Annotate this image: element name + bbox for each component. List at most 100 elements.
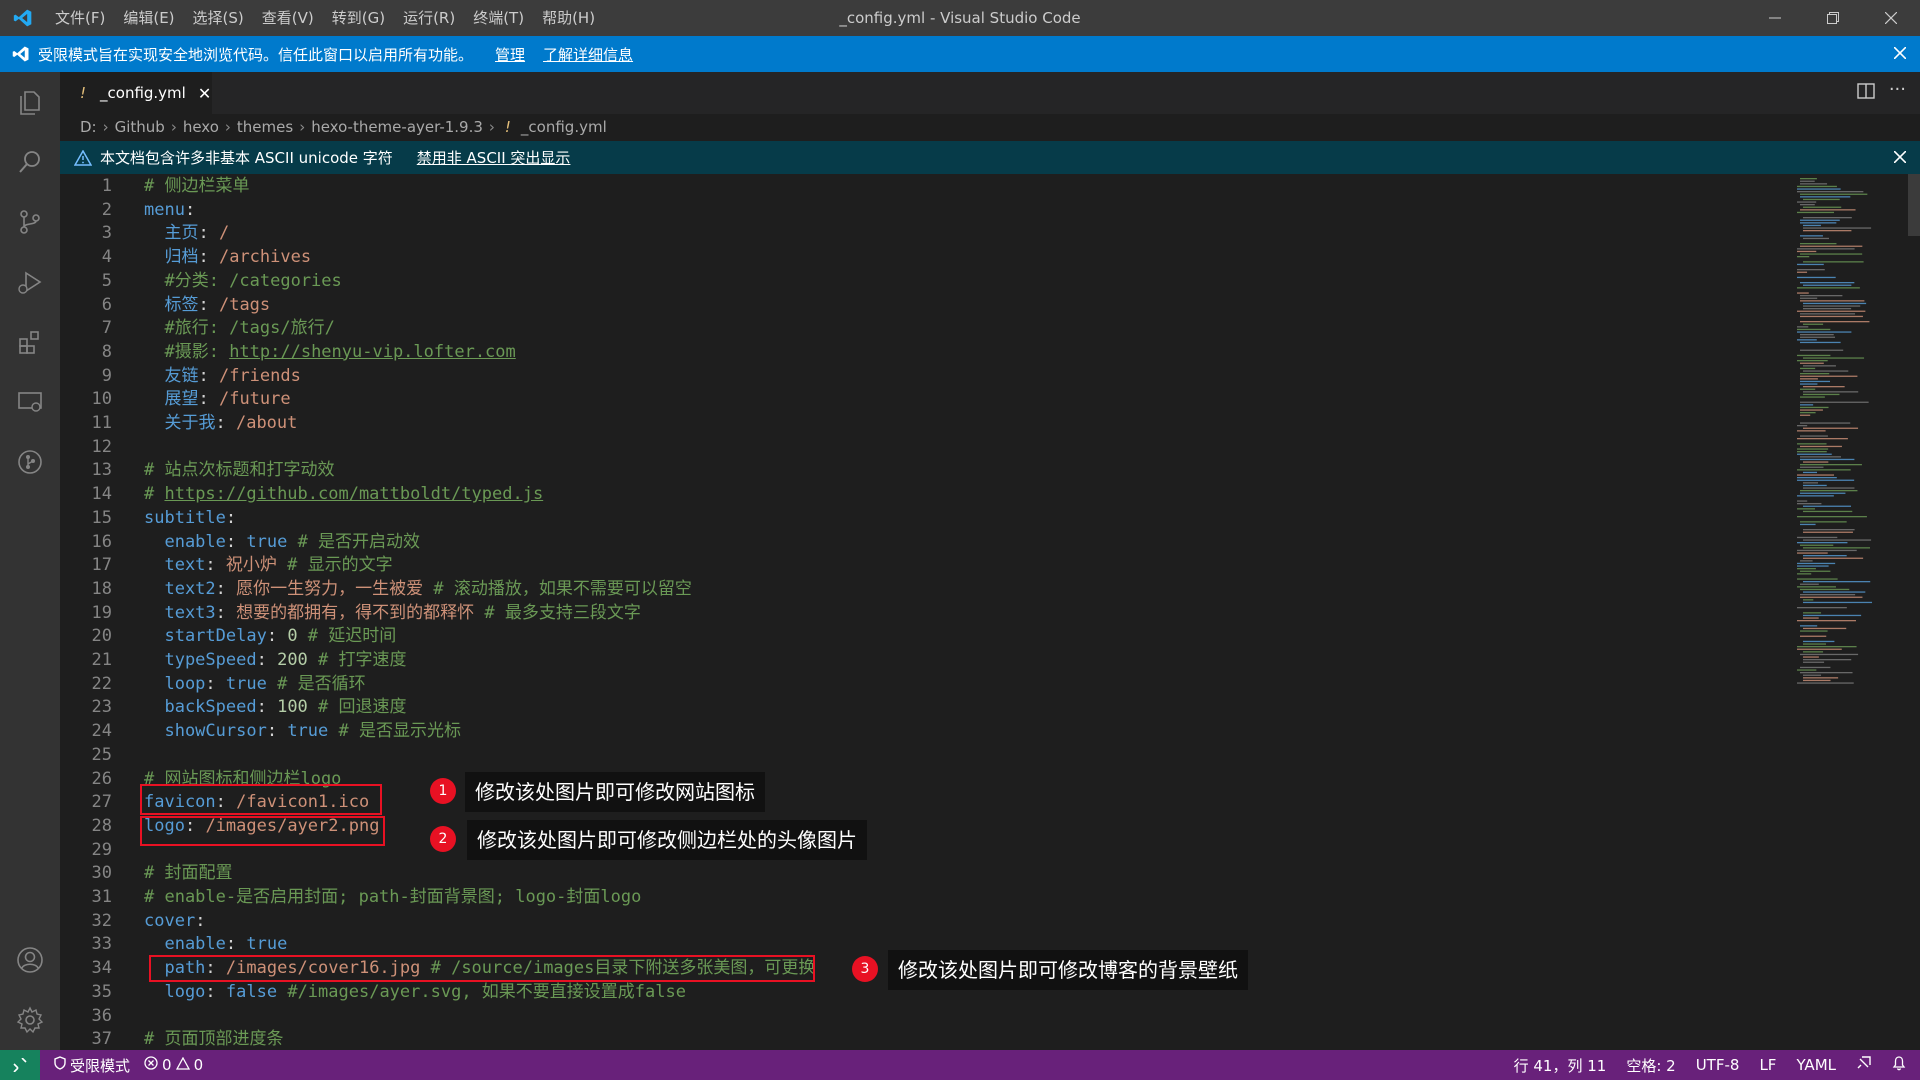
git-graph-icon[interactable] [0,432,60,492]
language-mode[interactable]: YAML [1796,1056,1836,1074]
minimap-line [1800,666,1831,669]
code-line[interactable]: 7 #旅行: /tags/旅行/ [60,316,1760,340]
code-line[interactable]: 10 展望: /future [60,387,1760,411]
close-window-button[interactable] [1862,0,1920,36]
code-line[interactable]: 24 showCursor: true # 是否显示光标 [60,719,1760,743]
minimap-line [1803,640,1835,643]
disable-highlight-link[interactable]: 禁用非 ASCII 突出显示 [417,147,571,168]
code-line[interactable]: 23 backSpeed: 100 # 回退速度 [60,695,1760,719]
end-of-line[interactable]: LF [1759,1056,1776,1074]
menu-file[interactable]: 文件(F) [46,0,114,36]
minimap-line [1800,588,1850,591]
split-editor-icon[interactable] [1857,82,1875,104]
minimap-line [1797,188,1841,190]
close-tab-icon[interactable]: ✕ [198,84,211,103]
minimap-line [1800,653,1859,656]
restricted-mode-status[interactable]: 受限模式 [54,1055,130,1076]
extensions-icon[interactable] [0,312,60,372]
notifications-bell-icon[interactable] [1892,1055,1906,1075]
scrollbar-thumb[interactable] [1908,174,1920,236]
indentation[interactable]: 空格: 2 [1626,1055,1675,1076]
breadcrumb-item[interactable]: Github [115,118,165,136]
source-control-icon[interactable] [0,192,60,252]
minimap-line [1803,674,1822,676]
tab-config-yml[interactable]: ! _config.yml ✕ [60,72,212,114]
code-line[interactable]: 5 #分类: /categories [60,269,1760,293]
breadcrumb-item[interactable]: themes [237,118,293,136]
code-line[interactable]: 19 text3: 想要的都拥有，得不到的都释怀 # 最多支持三段文字 [60,601,1760,625]
minimap-line [1800,406,1829,409]
run-debug-icon[interactable] [0,252,60,312]
code-line[interactable]: 30 # 封面配置 [60,861,1760,885]
menu-go[interactable]: 转到(G) [323,0,394,36]
code-line[interactable]: 16 enable: true # 是否开启动效 [60,530,1760,554]
code-line[interactable]: 8 #摄影: http://shenyu-vip.lofter.com [60,340,1760,364]
cursor-position[interactable]: 行 41，列 11 [1514,1055,1607,1076]
code-editor[interactable]: 1 # 侧边栏菜单 2 menu: 3 主页: /4 归档: /archives 5 #分… [60,174,1920,1050]
code-line[interactable]: 13 # 站点次标题和打字动效 [60,458,1760,482]
remote-indicator-icon[interactable] [0,1050,40,1080]
breadcrumb-item[interactable]: D: [80,118,97,136]
close-banner-icon[interactable] [1893,45,1907,63]
feedback-icon[interactable] [1856,1055,1872,1075]
code-text: 标签: /tags [144,294,271,315]
breadcrumb-item[interactable]: hexo-theme-ayer-1.9.3 [311,118,483,136]
code-line[interactable]: 15 subtitle: [60,506,1760,530]
code-line[interactable]: 25 [60,743,1760,767]
code-line[interactable]: 17 text: 祝小炉 # 显示的文字 [60,553,1760,577]
minimap-line [1800,315,1863,318]
code-line[interactable]: 20 startDelay: 0 # 延迟时间 [60,624,1760,648]
menu-view[interactable]: 查看(V) [253,0,323,36]
code-line[interactable]: 14 # https://github.com/mattboldt/typed.j… [60,482,1760,506]
minimap-line [1803,614,1862,617]
minimap-line [1800,422,1851,424]
line-number: 24 [91,721,112,742]
code-text: 关于我: /about [144,413,298,433]
code-line[interactable]: 21 typeSpeed: 200 # 打字速度 [60,648,1760,672]
minimap-line [1803,302,1867,305]
menu-edit[interactable]: 编辑(E) [114,0,183,36]
code-line[interactable]: 31 # enable-是否启用封面; path-封面背景图; logo-封面lo… [60,885,1760,909]
line-number: 6 [101,294,112,315]
menu-help[interactable]: 帮助(H) [533,0,604,36]
code-line[interactable]: 37 # 页面顶部进度条 [60,1027,1760,1050]
menu-terminal[interactable]: 终端(T) [464,0,533,36]
code-line[interactable]: 4 归档: /archives [60,245,1760,269]
minimize-button[interactable] [1746,0,1804,36]
code-line[interactable]: 1 # 侧边栏菜单 [60,174,1760,198]
code-text: text: 祝小炉 # 显示的文字 [144,555,393,576]
minimap-line [1797,682,1854,684]
menu-selection[interactable]: 选择(S) [184,0,253,36]
code-line[interactable]: 12 [60,435,1760,459]
minimap-line [1800,401,1869,403]
code-line[interactable]: 18 text2: 愿你一生努力，一生被爱 # 滚动播放，如果不需要可以留空 [60,577,1760,601]
settings-gear-icon[interactable] [0,990,60,1050]
minimap[interactable] [1793,174,1908,694]
manage-link[interactable]: 管理 [495,44,525,65]
code-line[interactable]: 11 关于我: /about [60,411,1760,435]
minimap-line [1800,570,1831,572]
code-line[interactable]: 22 loop: true # 是否循环 [60,672,1760,696]
more-actions-icon[interactable]: ··· [1889,81,1906,104]
account-icon[interactable] [0,930,60,990]
code-line[interactable]: 36 [60,1004,1760,1028]
code-text: # 站点次标题和打字动效 [144,460,335,481]
breadcrumb-item[interactable]: hexo [183,118,219,136]
restore-button[interactable] [1804,0,1862,36]
code-line[interactable]: 3 主页: / [60,221,1760,245]
code-line[interactable]: 32 cover: [60,909,1760,933]
code-text: subtitle: [144,507,237,528]
close-warning-icon[interactable] [1893,149,1907,167]
minimap-line [1800,253,1863,255]
breadcrumb-item[interactable]: _config.yml [521,118,607,136]
encoding[interactable]: UTF-8 [1696,1056,1740,1074]
problems-status[interactable]: 0 0 [144,1056,203,1074]
remote-explorer-icon[interactable] [0,372,60,432]
menu-run[interactable]: 运行(R) [394,0,464,36]
code-line[interactable]: 2 menu: [60,198,1760,222]
code-line[interactable]: 9 友链: /friends [60,364,1760,388]
search-icon[interactable] [0,132,60,192]
code-line[interactable]: 6 标签: /tags [60,293,1760,317]
learn-more-link[interactable]: 了解详细信息 [543,44,633,65]
explorer-icon[interactable] [0,72,60,132]
